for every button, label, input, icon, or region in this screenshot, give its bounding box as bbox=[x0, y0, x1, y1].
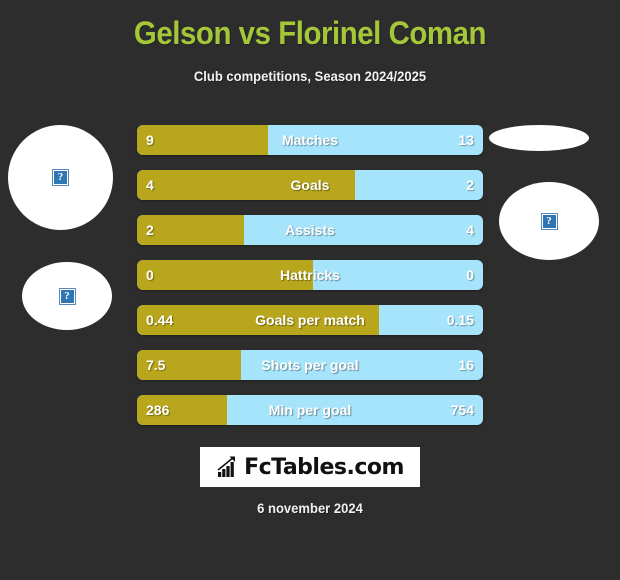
stat-value-away: 16 bbox=[458, 357, 474, 373]
stat-value-away: 754 bbox=[450, 402, 474, 418]
stat-bar-row: 0.44 Goals per match 0.15 bbox=[137, 305, 483, 335]
player-comparison-infographic: Gelson vs Florinel Coman Club competitio… bbox=[0, 0, 620, 580]
stat-bars-container: 9 Matches 13 4 Goals 2 2 Assists 4 0 Hattricks 0 0.4… bbox=[137, 125, 483, 440]
broken-image-placeholder-icon: ? bbox=[540, 212, 558, 230]
stat-bar-values: 7.5 Shots per goal 16 bbox=[137, 350, 483, 380]
home-player-photo-top: ? bbox=[8, 125, 113, 230]
page-title: Gelson vs Florinel Coman bbox=[133, 15, 487, 51]
stat-value-away: 2 bbox=[466, 177, 474, 193]
home-player-photo-bottom: ? bbox=[22, 262, 112, 330]
stat-value-home: 286 bbox=[146, 402, 170, 418]
stat-value-home: 0 bbox=[146, 267, 154, 283]
placeholder-question-mark: ? bbox=[60, 289, 74, 303]
stat-bar-values: 2 Assists 4 bbox=[137, 215, 483, 245]
stat-value-home: 4 bbox=[146, 177, 154, 193]
stat-bar-values: 0 Hattricks 0 bbox=[137, 260, 483, 290]
away-player-photo-bottom: ? bbox=[499, 182, 599, 260]
stat-label: Min per goal bbox=[268, 402, 352, 418]
broken-image-placeholder-icon: ? bbox=[58, 287, 76, 305]
stat-bar-row: 0 Hattricks 0 bbox=[137, 260, 483, 290]
stat-bar-values: 286 Min per goal 754 bbox=[137, 395, 483, 425]
stat-bar-values: 9 Matches 13 bbox=[137, 125, 483, 155]
stat-label: Goals per match bbox=[255, 312, 365, 328]
stat-bar-row: 9 Matches 13 bbox=[137, 125, 483, 155]
stat-value-away: 0.15 bbox=[446, 312, 474, 328]
stat-value-away: 0 bbox=[466, 267, 474, 283]
fctables-logo-text: FcTables.com bbox=[244, 454, 404, 480]
away-player-photo-top bbox=[489, 125, 589, 151]
stat-bar-row: 7.5 Shots per goal 16 bbox=[137, 350, 483, 380]
stat-value-home: 7.5 bbox=[146, 357, 166, 373]
placeholder-question-mark: ? bbox=[542, 214, 556, 228]
bar-chart-growth-icon bbox=[217, 456, 236, 477]
stat-bar-row: 4 Goals 2 bbox=[137, 170, 483, 200]
date-label: 6 november 2024 bbox=[257, 500, 363, 516]
stat-value-home: 0.44 bbox=[146, 312, 174, 328]
page-subtitle: Club competitions, Season 2024/2025 bbox=[193, 68, 427, 85]
stat-bar-row: 286 Min per goal 754 bbox=[137, 395, 483, 425]
stat-label: Assists bbox=[285, 222, 335, 238]
placeholder-question-mark: ? bbox=[54, 171, 67, 184]
stat-value-home: 2 bbox=[146, 222, 154, 238]
stat-bar-row: 2 Assists 4 bbox=[137, 215, 483, 245]
fctables-logo[interactable]: FcTables.com bbox=[200, 447, 420, 487]
stat-value-away: 13 bbox=[458, 132, 474, 148]
stat-bar-values: 4 Goals 2 bbox=[137, 170, 483, 200]
stat-value-away: 4 bbox=[466, 222, 474, 238]
stat-value-home: 9 bbox=[146, 132, 154, 148]
stat-label: Hattricks bbox=[280, 267, 340, 283]
stat-label: Goals bbox=[290, 177, 330, 193]
stat-bar-values: 0.44 Goals per match 0.15 bbox=[137, 305, 483, 335]
stat-label: Matches bbox=[281, 132, 339, 148]
stat-label: Shots per goal bbox=[261, 357, 359, 373]
broken-image-placeholder-icon: ? bbox=[52, 169, 69, 186]
